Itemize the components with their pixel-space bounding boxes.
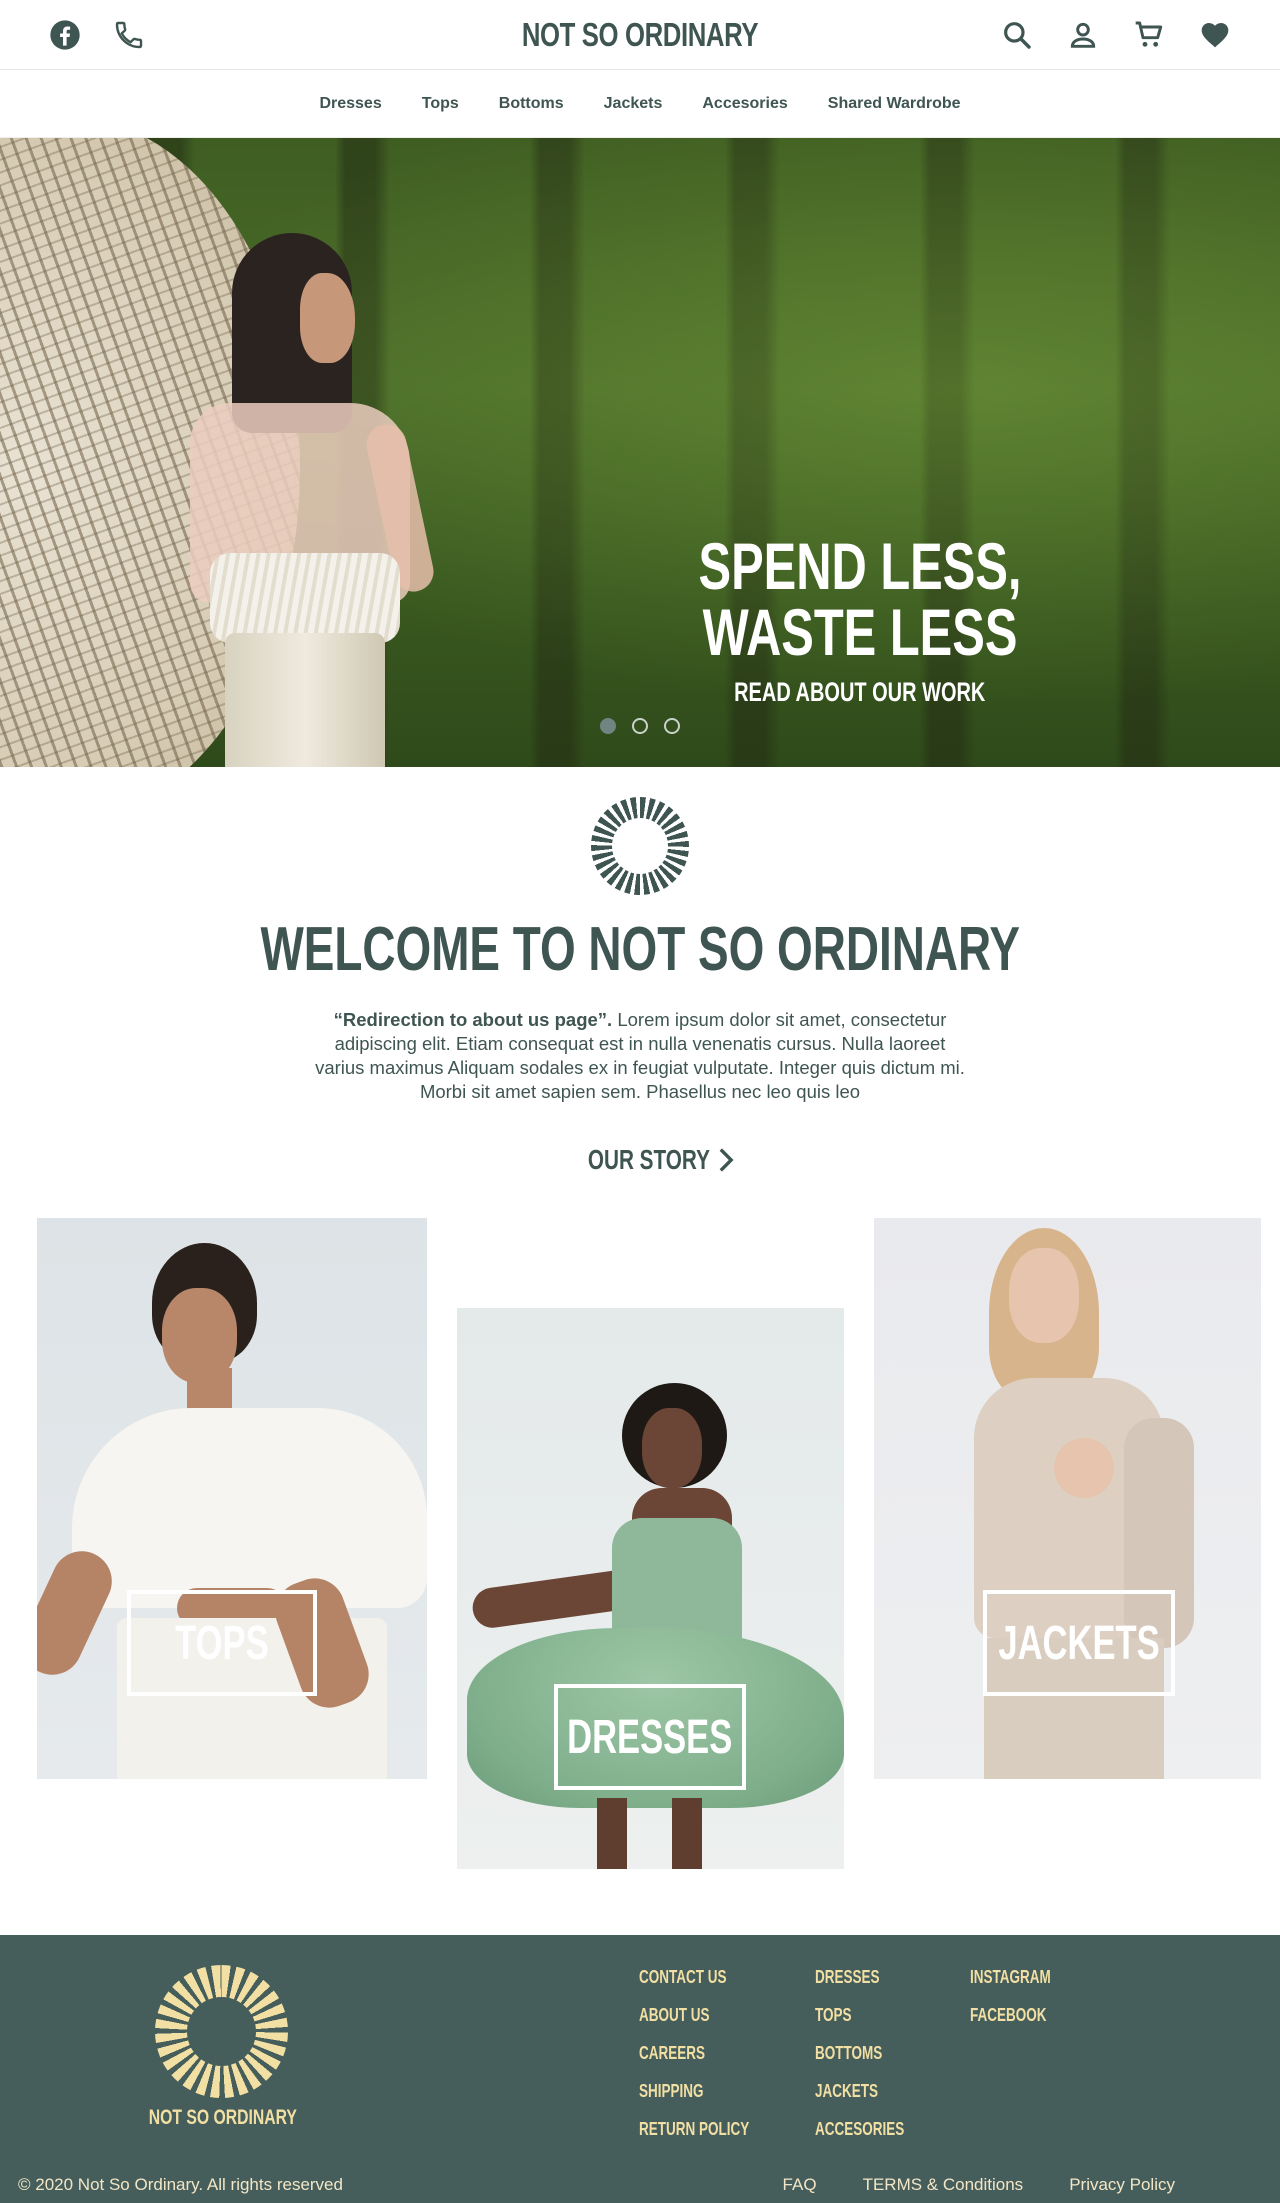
search-icon[interactable] [1000,18,1034,52]
header-right-icons [1000,18,1232,52]
footer-link-tops[interactable]: TOPS [815,2005,934,2027]
footer-bottom-bar: © 2020 Not So Ordinary. All rights reser… [0,2175,1280,2197]
footer-link-dresses[interactable]: DRESSES [815,1967,934,1989]
footer-col-company: CONTACT US ABOUT US CAREERS SHIPPING RET… [639,1967,786,2141]
footer-brand[interactable]: NOT SO ORDINARY [100,2106,345,2130]
about-redirect-note[interactable]: “Redirection to about us page”. [334,1009,613,1030]
nav-jackets[interactable]: Jackets [604,95,663,113]
brand-ring-logo [591,797,689,895]
footer-link-terms[interactable]: TERMS & Conditions [863,2175,1024,2195]
category-label-jackets: JACKETS [983,1590,1175,1697]
site-logo-text[interactable]: NOT SO ORDINARY [489,16,792,54]
nav-shared-wardrobe[interactable]: Shared Wardrobe [828,95,961,113]
footer-link-facebook[interactable]: FACEBOOK [970,2005,1078,2027]
chevron-right-icon [720,1148,735,1172]
legal-links: FAQ TERMS & Conditions Privacy Policy [783,2175,1175,2195]
hero-read-link[interactable]: READ ABOUT OUR WORK [690,677,1029,708]
account-icon[interactable] [1066,18,1100,52]
our-story-link[interactable]: OUR STORY [545,1144,736,1176]
footer-link-return-policy[interactable]: RETURN POLICY [639,2119,786,2141]
header-left-icons [48,18,146,52]
hero-text: SPEND LESS, WASTE LESS READ ABOUT OUR WO… [575,533,1145,708]
category-nav: Dresses Tops Bottoms Jackets Accesories … [0,70,1280,138]
facebook-icon[interactable] [48,18,82,52]
hero-headline: SPEND LESS, WASTE LESS [698,529,1022,669]
nav-bottoms[interactable]: Bottoms [499,95,564,113]
nav-accesories[interactable]: Accesories [702,95,787,113]
footer-link-instagram[interactable]: INSTAGRAM [970,1967,1078,1989]
phone-icon[interactable] [112,18,146,52]
category-label-tops: TOPS [127,1590,317,1697]
welcome-section: WELCOME TO NOT SO ORDINARY “Redirection … [0,767,1280,1176]
nav-dresses[interactable]: Dresses [319,95,381,113]
footer-link-accesories[interactable]: ACCESORIES [815,2119,934,2141]
carousel-dot-2[interactable] [632,718,648,734]
footer-link-contact-us[interactable]: CONTACT US [639,1967,786,1989]
footer-link-careers[interactable]: CAREERS [639,2043,786,2065]
heart-icon[interactable] [1198,18,1232,52]
footer-ring-logo [155,1965,288,2099]
nav-tops[interactable]: Tops [422,95,459,113]
footer-link-jackets[interactable]: JACKETS [815,2081,934,2103]
category-card-jackets[interactable]: JACKETS [874,1218,1261,1780]
hero-model-image [180,233,480,767]
copyright-text: © 2020 Not So Ordinary. All rights reser… [18,2175,343,2195]
site-header: NOT SO ORDINARY Dresses Tops Bottoms Jac… [0,0,1280,138]
category-card-tops[interactable]: TOPS [37,1218,427,1780]
footer-link-faq[interactable]: FAQ [783,2175,817,2195]
carousel-dot-3[interactable] [664,718,680,734]
carousel-dots [0,718,1280,734]
footer-link-shipping[interactable]: SHIPPING [639,2081,786,2103]
footer-col-shop: DRESSES TOPS BOTTOMS JACKETS ACCESORIES [815,1967,934,2141]
category-cards: TOPS DRESSES JACKETS [0,1218,1280,1908]
category-label-dresses: DRESSES [554,1684,746,1791]
footer-link-about-us[interactable]: ABOUT US [639,2005,786,2027]
hero-banner: SPEND LESS, WASTE LESS READ ABOUT OUR WO… [0,138,1280,767]
carousel-dot-1[interactable] [600,718,616,734]
welcome-body: “Redirection to about us page”. Lorem ip… [315,1009,965,1103]
cart-icon[interactable] [1132,18,1166,52]
category-card-dresses[interactable]: DRESSES [457,1308,844,1870]
footer-link-bottoms[interactable]: BOTTOMS [815,2043,934,2065]
footer-link-privacy[interactable]: Privacy Policy [1069,2175,1175,2195]
footer-col-social: INSTAGRAM FACEBOOK [970,1967,1078,2027]
top-bar: NOT SO ORDINARY [0,0,1280,70]
welcome-title: WELCOME TO NOT SO ORDINARY [260,915,1020,984]
